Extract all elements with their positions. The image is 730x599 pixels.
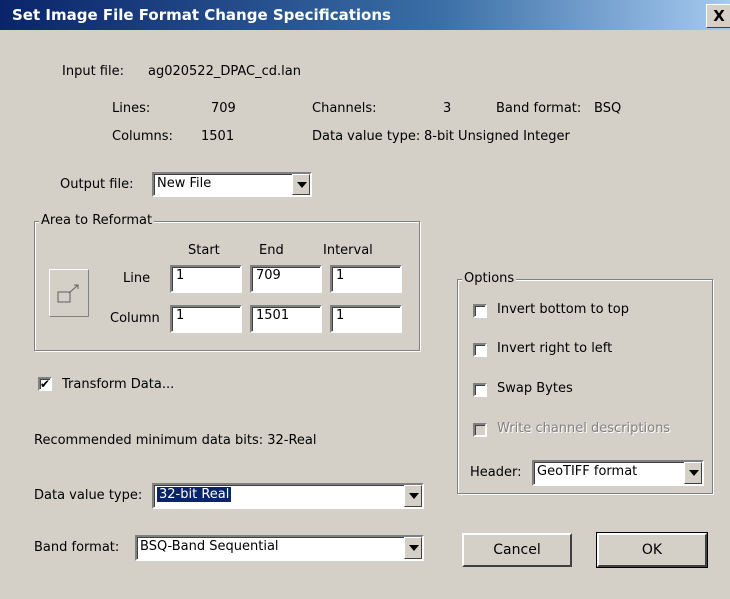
area-select-icon[interactable] (49, 269, 89, 317)
end-header: End (259, 243, 284, 258)
chevron-down-icon (297, 181, 307, 188)
column-start-input[interactable]: 1 (170, 305, 242, 333)
channels-label: Channels: (312, 101, 377, 116)
band-format-select[interactable]: BSQ-Band Sequential (135, 535, 424, 561)
band-format-value: BSQ-Band Sequential (140, 539, 279, 554)
columns-value: 1501 (201, 129, 235, 144)
header-value: GeoTIFF format (537, 464, 638, 479)
transform-data-checkbox[interactable]: ✔ (38, 377, 52, 391)
line-end-input[interactable]: 709 (250, 265, 322, 293)
transform-data-label[interactable]: Transform Data... (62, 377, 174, 392)
header-select[interactable]: GeoTIFF format (532, 460, 704, 486)
band-format-label: Band format: (34, 540, 120, 555)
close-button[interactable]: X (706, 4, 730, 28)
band-format-info-value: BSQ (594, 101, 622, 116)
invert-right-left-checkbox[interactable] (473, 343, 487, 357)
band-format-dropdown-arrow[interactable] (404, 537, 422, 559)
output-file-dropdown-arrow[interactable] (292, 174, 310, 195)
data-value-type-label: Data value type: (34, 488, 143, 503)
swap-bytes-checkbox[interactable] (473, 383, 487, 397)
swap-bytes-label[interactable]: Swap Bytes (497, 381, 573, 396)
data-value-type-select[interactable]: 32-bit Real (152, 483, 424, 509)
input-file-label: Input file: (62, 64, 124, 79)
options-legend: Options (462, 271, 517, 286)
line-start-input[interactable]: 1 (170, 265, 242, 293)
line-label: Line (123, 271, 151, 286)
data-value-type-value: 32-bit Real (157, 487, 232, 502)
input-file-name: ag020522_DPAC_cd.lan (148, 64, 301, 79)
column-end-input[interactable]: 1501 (250, 305, 322, 333)
start-header: Start (188, 243, 220, 258)
invert-bottom-top-checkbox[interactable] (473, 304, 487, 318)
output-file-label: Output file: (60, 177, 134, 192)
header-label: Header: (470, 465, 522, 480)
line-interval-input[interactable]: 1 (330, 265, 402, 293)
area-to-reformat-legend: Area to Reformat (39, 213, 155, 228)
recommended-bits-text: Recommended minimum data bits: 32-Real (34, 433, 317, 448)
data-value-type-dropdown-arrow[interactable] (404, 485, 422, 507)
data-value-type-info-value: 8-bit Unsigned Integer (424, 129, 570, 144)
interval-header: Interval (323, 243, 373, 258)
output-file-select[interactable]: New File (152, 172, 312, 197)
band-format-info-label: Band format: (496, 101, 582, 116)
invert-right-left-label[interactable]: Invert right to left (497, 341, 612, 356)
ok-button[interactable]: OK (596, 532, 708, 568)
invert-bottom-top-label[interactable]: Invert bottom to top (497, 302, 629, 317)
title-bar: Set Image File Format Change Specificati… (0, 0, 730, 30)
output-file-value: New File (157, 176, 212, 191)
chevron-down-icon (689, 470, 699, 476)
cancel-button[interactable]: Cancel (462, 533, 572, 567)
chevron-down-icon (409, 545, 419, 551)
write-channel-descriptions-label: Write channel descriptions (497, 421, 671, 436)
column-label: Column (110, 311, 160, 326)
chevron-down-icon (409, 493, 419, 499)
column-interval-input[interactable]: 1 (330, 305, 402, 333)
write-channel-descriptions-checkbox (473, 423, 487, 437)
lines-value: 709 (211, 101, 236, 116)
columns-label: Columns: (112, 129, 173, 144)
data-value-type-info-label: Data value type: (312, 129, 421, 144)
channels-value: 3 (443, 101, 452, 116)
window-title: Set Image File Format Change Specificati… (12, 6, 391, 24)
lines-label: Lines: (112, 101, 151, 116)
header-dropdown-arrow[interactable] (684, 462, 702, 484)
